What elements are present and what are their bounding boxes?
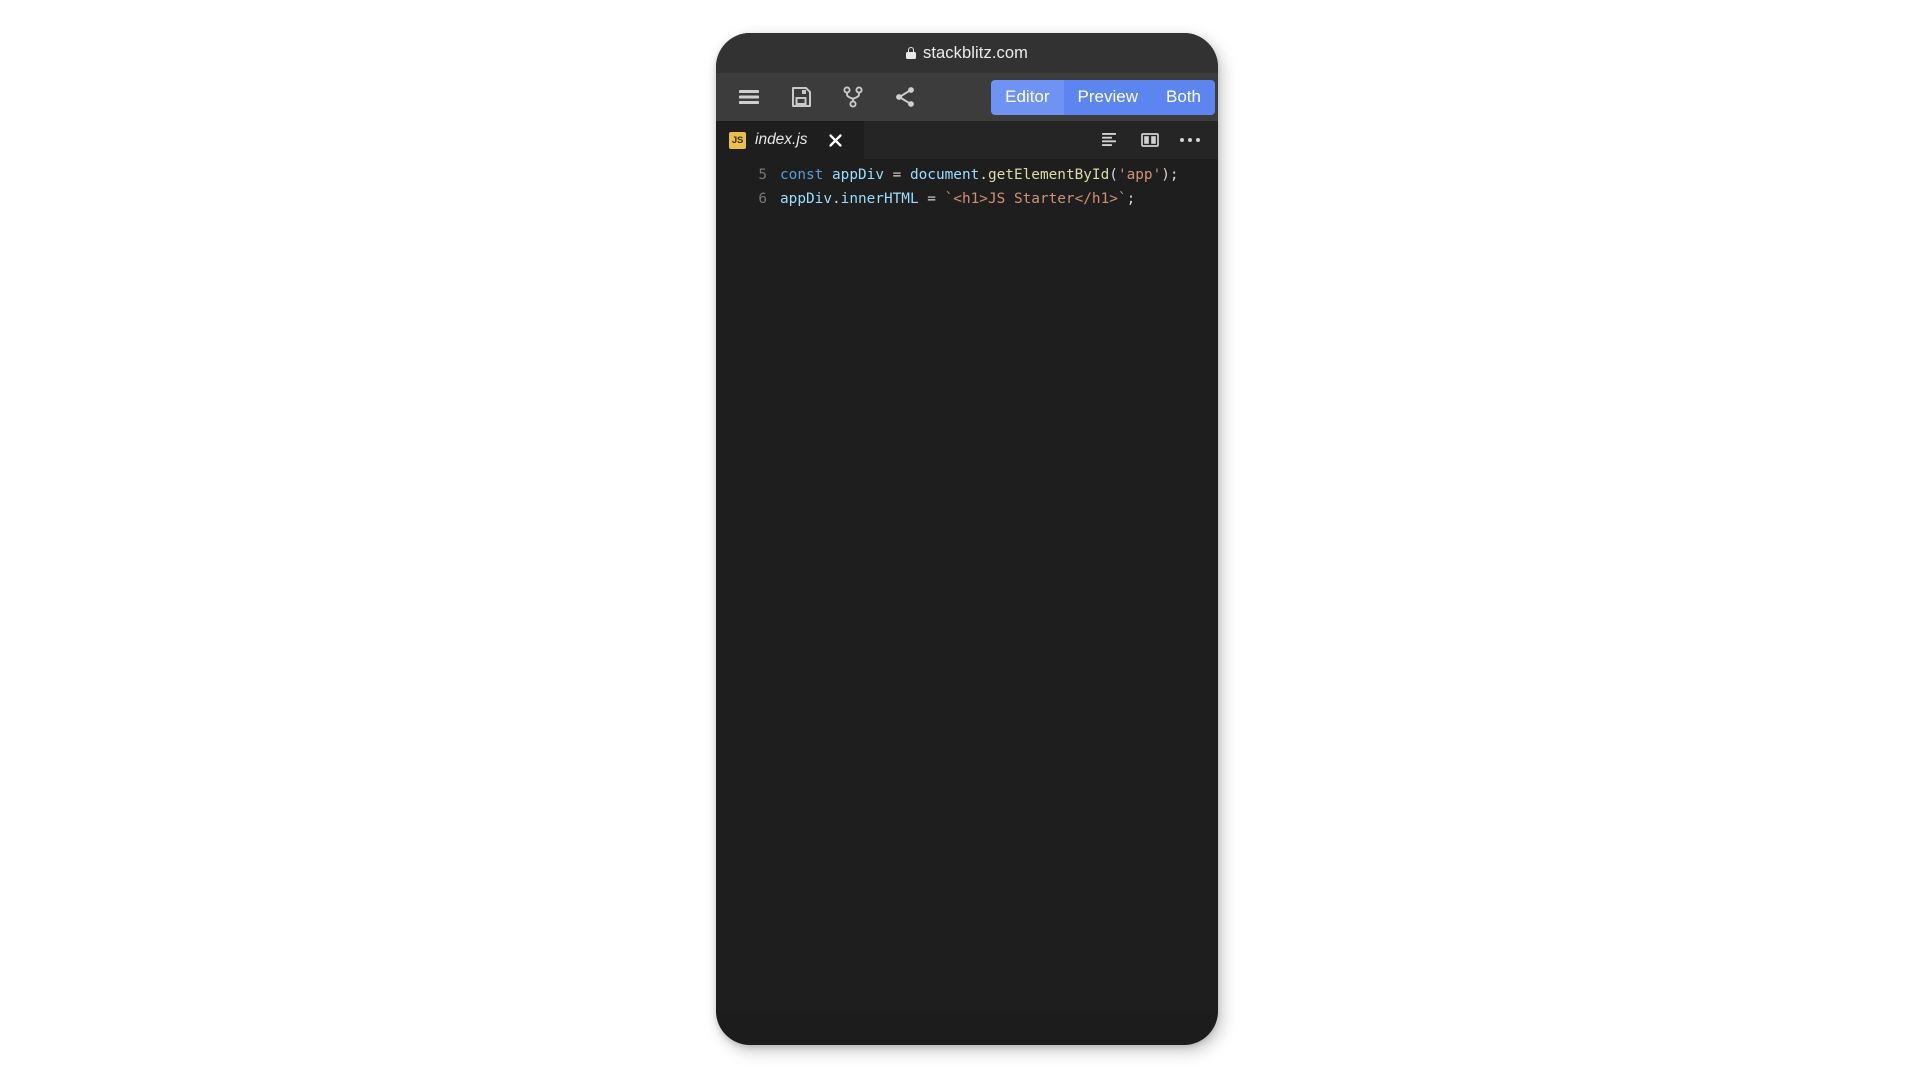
- code-token-plain: .: [831, 191, 841, 207]
- view-mode-preview-button[interactable]: Preview: [1063, 79, 1153, 115]
- code-token-variable: innerHTML: [840, 191, 919, 207]
- code-token-plain: ;: [1126, 191, 1136, 207]
- line-number: 5: [758, 167, 767, 183]
- code-line-text: const appDiv = document.getElementById('…: [780, 163, 1218, 187]
- code-token-plain: =: [918, 191, 945, 207]
- phone-device-frame: stackblitz.com Editor Preview Both JS in…: [716, 33, 1218, 1045]
- save-floppy-icon[interactable]: [775, 73, 827, 121]
- code-line-row: 5 const appDiv = document.getElementById…: [716, 163, 1218, 187]
- lock-icon: [905, 47, 916, 59]
- view-mode-editor-button[interactable]: Editor: [991, 79, 1064, 115]
- code-token-string: `<h1>JS Starter</h1>`: [944, 191, 1127, 207]
- tab-index-js[interactable]: JS index.js: [716, 121, 864, 159]
- code-editor-content[interactable]: 5 const appDiv = document.getElementById…: [716, 159, 1218, 1011]
- code-token-string: 'app': [1117, 167, 1162, 183]
- code-token-variable: document: [909, 167, 980, 183]
- close-icon[interactable]: [827, 131, 845, 149]
- fork-branch-icon[interactable]: [827, 73, 879, 121]
- more-options-icon[interactable]: [1170, 121, 1210, 159]
- format-lines-icon[interactable]: [1090, 121, 1130, 159]
- share-icon[interactable]: [879, 73, 931, 121]
- code-line-text: appDiv.innerHTML = `<h1>JS Starter</h1>`…: [780, 187, 1218, 211]
- code-token-plain: );: [1161, 167, 1179, 183]
- code-token-variable: appDiv: [780, 191, 832, 207]
- code-token-plain: (: [1109, 167, 1118, 183]
- code-token-keyword: const: [780, 167, 824, 183]
- browser-url-bar[interactable]: stackblitz.com: [716, 33, 1218, 73]
- javascript-file-icon: JS: [729, 131, 746, 149]
- view-mode-segmented-control: Editor Preview Both: [991, 79, 1215, 115]
- editor-tab-bar: JS index.js: [716, 121, 1218, 159]
- hamburger-menu-icon[interactable]: [723, 73, 775, 121]
- code-line-row: 6 appDiv.innerHTML = `<h1>JS Starter</h1…: [716, 187, 1218, 211]
- code-token-function: getElementById: [987, 167, 1110, 183]
- line-number: 6: [758, 191, 767, 207]
- app-toolbar: Editor Preview Both: [716, 73, 1218, 121]
- code-token-plain: =: [883, 167, 910, 183]
- tab-bar-actions: [1090, 121, 1218, 159]
- code-token-plain: .: [979, 167, 988, 183]
- view-mode-both-button[interactable]: Both: [1152, 79, 1215, 115]
- screen: stackblitz.com Editor Preview Both JS in…: [0, 0, 1920, 1080]
- url-host-text: stackblitz.com: [922, 43, 1028, 62]
- code-token-variable: appDiv: [832, 167, 884, 183]
- split-pane-icon[interactable]: [1130, 121, 1170, 159]
- tab-filename-label: index.js: [755, 131, 808, 148]
